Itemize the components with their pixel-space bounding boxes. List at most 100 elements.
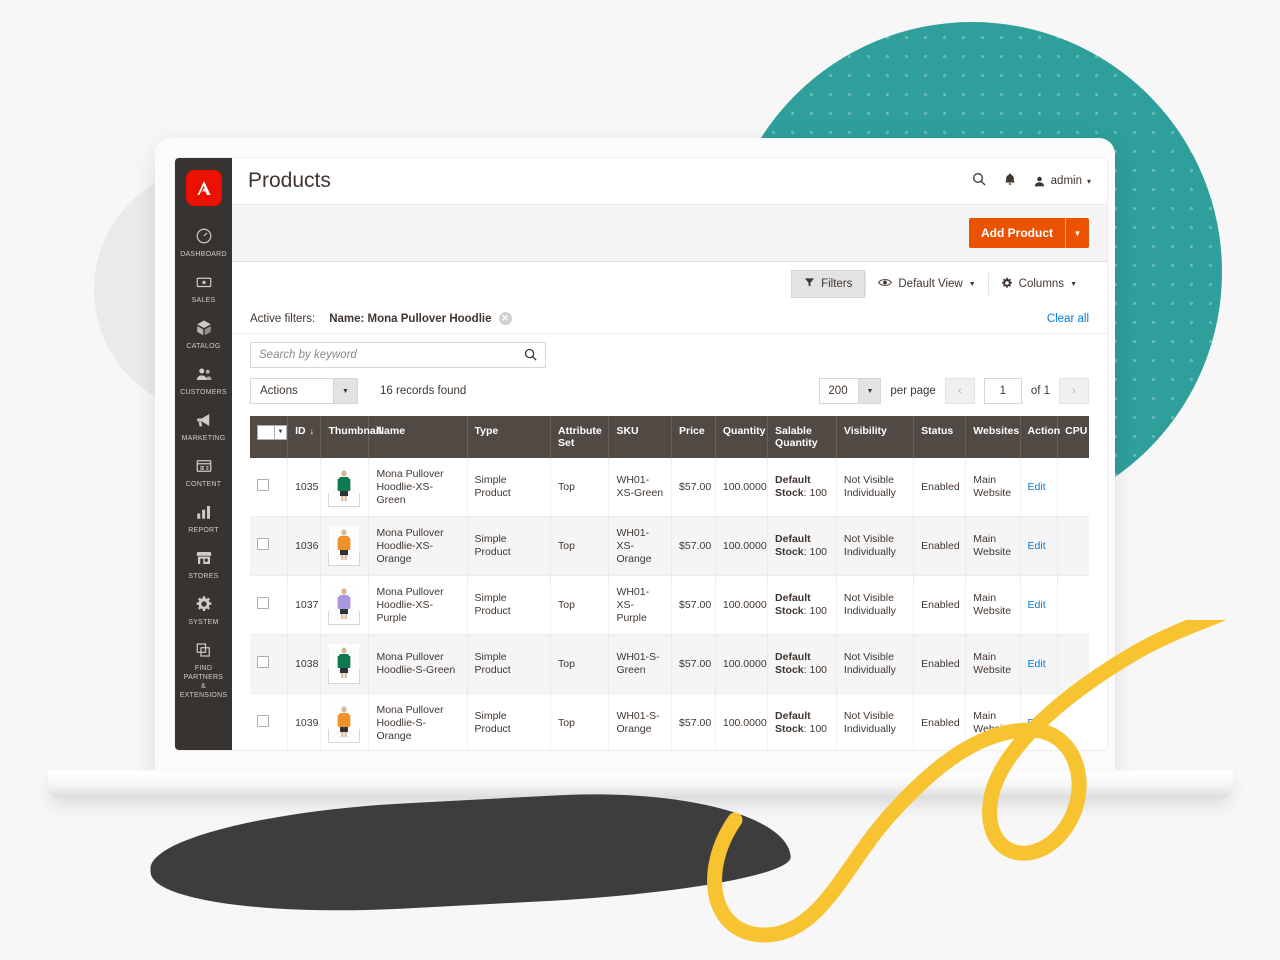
sidebar-item-content[interactable]: CONTENT — [175, 450, 232, 496]
sidebar-item-find-partners-extensions[interactable]: FIND PARTNERS & EXTENSIONS — [175, 634, 232, 707]
column-header-websites[interactable]: Websites — [965, 416, 1021, 458]
column-header-type[interactable]: Type — [467, 416, 552, 458]
row-checkbox[interactable] — [257, 656, 269, 668]
columns-label: Columns — [1018, 278, 1065, 290]
sidebar-item-label: REPORT — [188, 527, 219, 534]
user-avatar-icon — [1034, 176, 1044, 186]
row-checkbox-cell[interactable] — [250, 516, 289, 576]
adobe-a-logo-icon — [197, 181, 210, 195]
column-header-thumbnail[interactable]: Thumbnail — [320, 416, 382, 458]
adobe-commerce-logo[interactable] — [185, 170, 222, 206]
catalog-icon — [177, 319, 230, 339]
actions-select[interactable]: Actions ▼ — [250, 378, 358, 404]
search-input[interactable] — [251, 343, 545, 367]
edit-link[interactable]: Edit — [1028, 481, 1046, 493]
cell-websites: Main Website — [965, 516, 1021, 576]
column-header-status[interactable]: Status — [913, 416, 967, 458]
table-row[interactable]: 1035 Mona Pullover Hoodlie-XS-Green Simple… — [250, 458, 1089, 517]
cell-attribute-set: Top — [550, 693, 610, 750]
sidebar-item-dashboard[interactable]: DASHBOARD — [175, 220, 232, 266]
search-icon[interactable] — [971, 171, 987, 192]
sales-icon — [177, 273, 230, 293]
add-product-button[interactable]: Add Product ▼ — [969, 218, 1089, 248]
search-icon[interactable] — [523, 347, 538, 367]
cell-thumbnail[interactable] — [320, 575, 370, 635]
sidebar-item-label: MARKETING — [181, 435, 226, 442]
notifications-bell-icon[interactable] — [1003, 171, 1017, 192]
chevron-down-icon: ▼ — [858, 379, 881, 403]
select-all-header[interactable]: ▼ — [250, 416, 289, 458]
add-product-label: Add Product — [981, 226, 1053, 240]
cell-attribute-set: Top — [550, 634, 610, 694]
filters-button[interactable]: Filters — [791, 270, 866, 298]
current-page-input[interactable]: 1 — [983, 378, 1022, 404]
cell-name: Mona Pullover Hoodlie-XS-Purple — [368, 575, 468, 635]
report-icon — [177, 503, 230, 523]
chevron-down-icon[interactable]: ▼ — [274, 425, 287, 440]
row-checkbox-cell[interactable] — [250, 634, 289, 694]
edit-link[interactable]: Edit — [1028, 599, 1046, 611]
sidebar-item-report[interactable]: REPORT — [175, 496, 232, 542]
column-header-salable-quantity[interactable]: Salable Quantity — [767, 416, 837, 458]
cell-salable-quantity: Default Stock: 100 — [767, 516, 837, 576]
column-header-sku[interactable]: SKU — [608, 416, 673, 458]
row-checkbox[interactable] — [257, 479, 269, 491]
select-all-checkbox[interactable]: ▼ — [257, 425, 287, 440]
sidebar-item-marketing[interactable]: MARKETING — [175, 404, 232, 450]
cell-action[interactable]: Edit — [1020, 516, 1059, 576]
row-checkbox[interactable] — [257, 715, 269, 727]
admin-topbar: Products admin ▾ — [232, 158, 1107, 204]
row-checkbox[interactable] — [257, 597, 269, 609]
column-header-id[interactable]: ID ↓ — [287, 416, 322, 458]
filter-chip-text: Name: Mona Pullover Hoodlie — [329, 312, 492, 325]
marketing-icon — [177, 411, 230, 431]
column-header-label: ID — [295, 425, 306, 437]
cell-status: Enabled — [913, 516, 967, 576]
cell-quantity: 100.0000 — [715, 458, 769, 517]
remove-chip-icon[interactable]: ✕ — [498, 312, 512, 325]
column-header-label-line1: Salable — [775, 425, 812, 437]
per-page-select[interactable]: 200 ▼ — [819, 378, 882, 404]
column-header-action[interactable]: Action — [1020, 416, 1060, 458]
add-product-dropdown-caret[interactable]: ▼ — [1065, 218, 1089, 248]
column-header-price[interactable]: Price — [671, 416, 716, 458]
column-header-visibility[interactable]: Visibility — [836, 416, 915, 458]
column-header-name[interactable]: Name — [368, 416, 468, 458]
cell-id: 1037 — [287, 575, 322, 635]
search-input-wrapper — [250, 342, 546, 368]
sidebar-item-system[interactable]: SYSTEM — [175, 588, 232, 634]
table-row[interactable]: 1036 Mona Pullover Hoodlie-XS-Orange Simpl… — [250, 516, 1089, 576]
column-header-quantity[interactable]: Quantity — [715, 416, 769, 458]
column-header-label-line2: Quantity — [775, 437, 818, 449]
cell-action[interactable]: Edit — [1020, 458, 1059, 517]
row-checkbox-cell[interactable] — [250, 575, 289, 635]
clear-all-link[interactable]: Clear all — [1047, 313, 1089, 325]
product-photo-icon — [329, 644, 360, 680]
cell-thumbnail[interactable] — [320, 458, 370, 517]
column-header-cpu[interactable]: CPU — [1057, 416, 1089, 458]
cell-type: Simple Product — [467, 516, 552, 576]
row-checkbox-cell[interactable] — [250, 693, 289, 750]
previous-page-button[interactable]: ‹ — [944, 378, 975, 404]
pagination-controls: 200 ▼ per page ‹ 1 of 1 › — [819, 378, 1089, 404]
column-header-attribute-set[interactable]: Attribute Set — [550, 416, 610, 458]
default-view-button[interactable]: Default View ▼ — [866, 271, 987, 297]
row-checkbox-cell[interactable] — [250, 458, 289, 517]
next-page-button[interactable]: › — [1059, 378, 1089, 404]
sidebar-item-stores[interactable]: STORES — [175, 542, 232, 588]
cell-thumbnail[interactable] — [320, 634, 370, 694]
sidebar-item-customers[interactable]: CUSTOMERS — [175, 358, 232, 404]
columns-button[interactable]: Columns ▼ — [989, 271, 1089, 298]
sidebar-item-sales[interactable]: SALES — [175, 266, 232, 312]
sidebar-item-catalog[interactable]: CATALOG — [175, 312, 232, 358]
row-checkbox[interactable] — [257, 538, 269, 550]
product-photo-icon — [329, 703, 360, 739]
product-thumbnail — [328, 526, 361, 566]
cell-thumbnail[interactable] — [320, 693, 370, 750]
edit-link[interactable]: Edit — [1028, 540, 1046, 552]
admin-user-menu[interactable]: admin ▾ — [1033, 175, 1091, 188]
cell-thumbnail[interactable] — [320, 516, 370, 576]
cell-type: Simple Product — [467, 575, 552, 635]
page-actions-strip: Add Product ▼ — [232, 204, 1107, 262]
cell-id: 1035 — [287, 458, 322, 517]
